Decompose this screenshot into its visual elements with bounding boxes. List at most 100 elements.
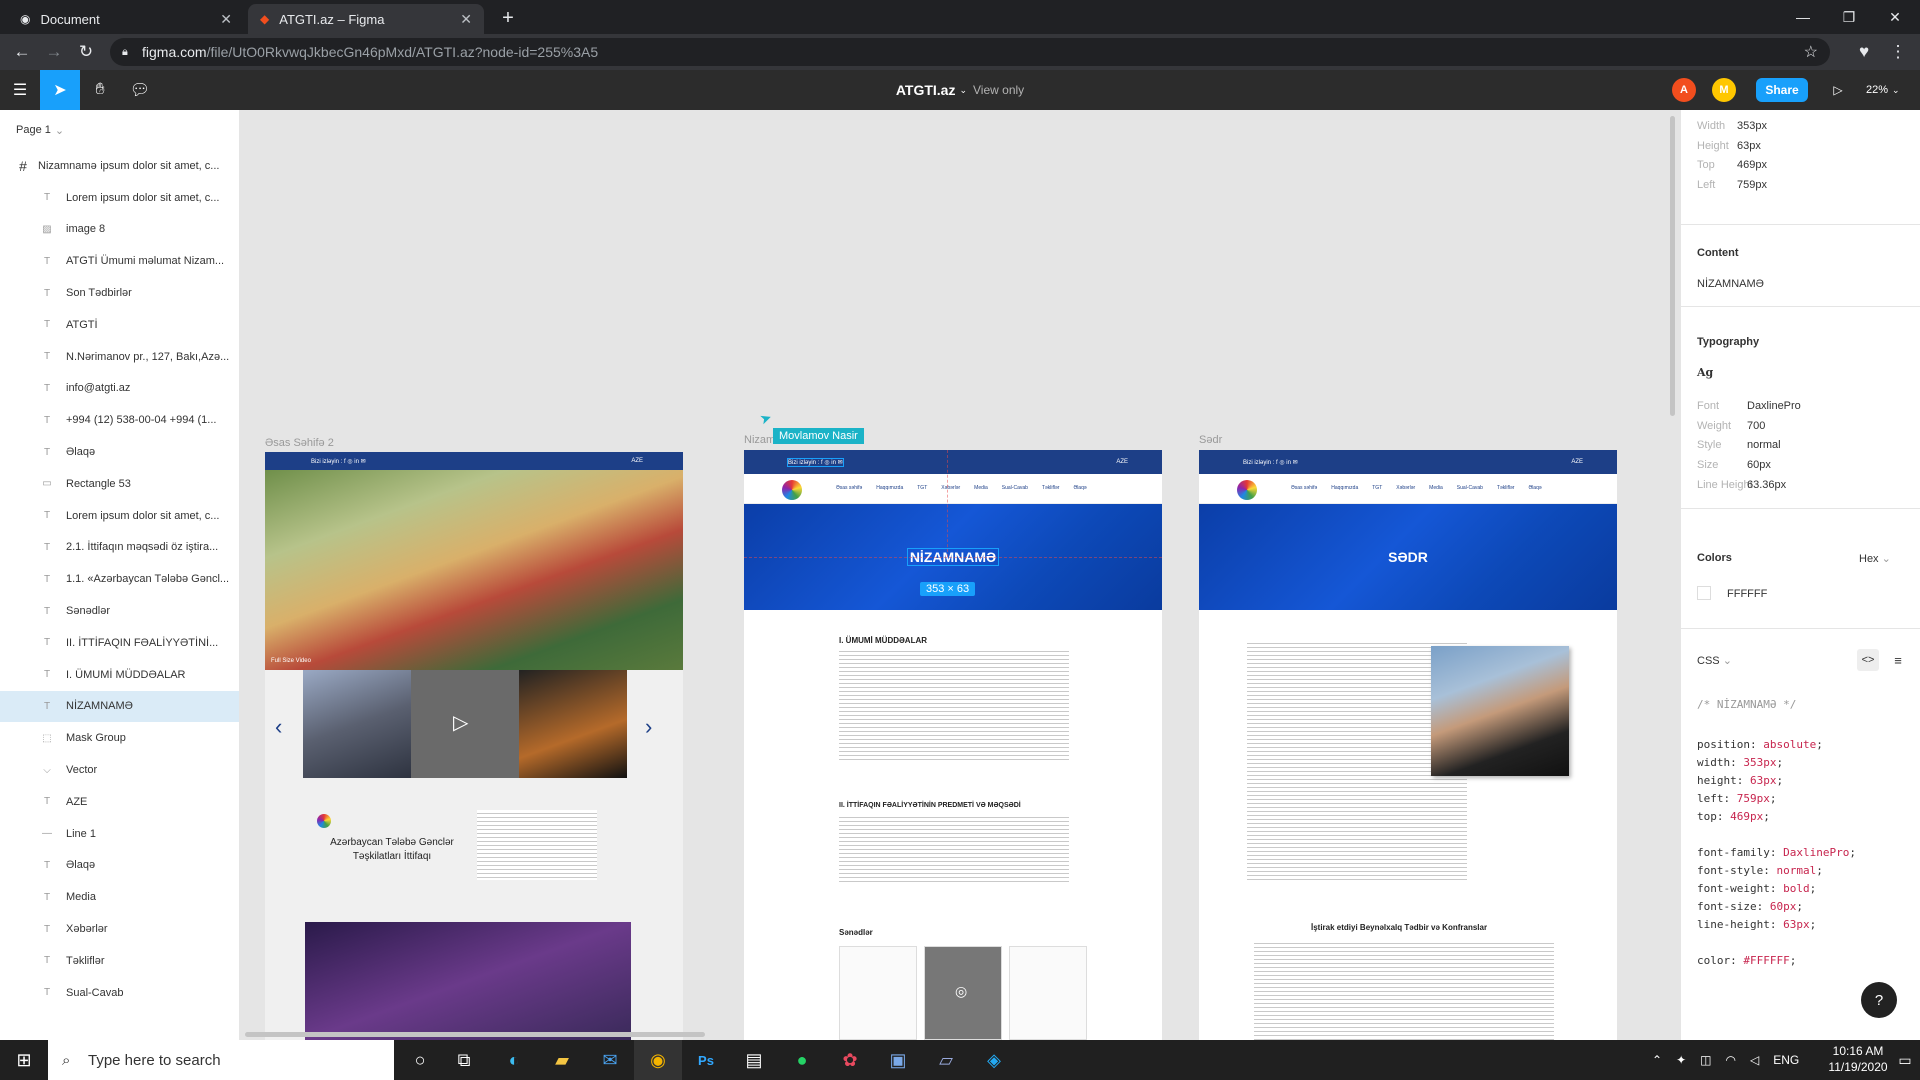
app-icon[interactable]: ✿ [826, 1040, 874, 1080]
layer-item[interactable]: T Təkliflər [0, 945, 239, 977]
clock[interactable]: 10:16 AM 11/19/2020 [1828, 1043, 1888, 1075]
list-view-icon[interactable]: ≡ [1887, 649, 1909, 671]
frame-label[interactable]: Əsas Səhifə 2 [265, 437, 334, 449]
layer-item[interactable]: T 2.1. İttifaqın məqsədi öz iştira... [0, 532, 239, 564]
tab-figma[interactable]: ◆ ATGTI.az – Figma ✕ [248, 4, 484, 34]
hand-tool-icon[interactable]: ✋︎ [80, 70, 120, 110]
frame-label[interactable]: Nizam [744, 434, 775, 446]
profile-icon[interactable]: ♥ [1852, 40, 1876, 64]
restore-button[interactable]: ❐ [1826, 0, 1872, 34]
doc-thumb[interactable]: ◎ [924, 946, 1002, 1040]
canvas-scrollbar[interactable] [245, 1032, 705, 1037]
chrome-icon[interactable]: ◉ [634, 1040, 682, 1080]
file-explorer-icon[interactable]: ▰ [538, 1040, 586, 1080]
color-format-dropdown[interactable]: Hex ⌄ [1859, 552, 1891, 565]
geometry-value[interactable]: 63px [1737, 140, 1761, 152]
layer-item[interactable]: T N.Nərimanov pr., 127, Bakı,Azə... [0, 341, 239, 373]
avatar[interactable]: A [1672, 78, 1696, 102]
layer-item[interactable]: T Sual-Cavab [0, 977, 239, 1009]
app-icon[interactable]: ▤ [730, 1040, 778, 1080]
network-icon[interactable]: ◫ [1700, 1053, 1711, 1067]
typography-value[interactable]: 63.36px [1747, 479, 1786, 491]
layer-item[interactable]: T ATGTİ Ümumi məlumat Nizam... [0, 245, 239, 277]
layer-item[interactable]: ⬚ Mask Group [0, 722, 239, 754]
zoom-dropdown[interactable]: 22% ⌄ [1866, 70, 1900, 110]
layer-item[interactable]: ▨ image 8 [0, 214, 239, 246]
notifications-icon[interactable]: ▭ [1890, 1040, 1920, 1080]
frame-esas-sehife[interactable]: Bizi izləyin : f ◎ in ✉ AZE Full Size Vi… [265, 452, 683, 1040]
avatar[interactable]: M [1712, 78, 1736, 102]
color-value[interactable]: FFFFFF [1727, 588, 1767, 600]
photoshop-icon[interactable]: Ps [682, 1040, 730, 1080]
frame-sedr[interactable]: Bizi izləyin : f ◎ in ✉ AZE Əsas səhifə H… [1199, 450, 1617, 1040]
thumb-3[interactable] [519, 670, 627, 778]
app-icon[interactable]: ▱ [922, 1040, 970, 1080]
thumb-1[interactable] [303, 670, 411, 778]
file-name[interactable]: ATGTI.az [896, 82, 956, 98]
typography-value[interactable]: 60px [1747, 459, 1771, 471]
typography-value[interactable]: 700 [1747, 420, 1765, 432]
close-tab-icon[interactable]: ✕ [460, 11, 472, 28]
url-field[interactable]: 🔒︎ figma.com/file/UtO0RkvwqJkbecGn46pMxd… [110, 38, 1830, 66]
tab-document[interactable]: ◉ Document ✕ [8, 4, 244, 34]
close-tab-icon[interactable]: ✕ [220, 11, 232, 28]
layer-item[interactable]: T 1.1. «Azərbaycan Tələbə Gəncl... [0, 563, 239, 595]
play-icon[interactable]: ▷ [453, 710, 468, 735]
layer-item[interactable]: T NİZAMNAMƏ [0, 690, 239, 723]
cortana-icon[interactable]: ○ [396, 1040, 444, 1080]
windows-start-icon[interactable]: ⊞ [0, 1040, 48, 1080]
layer-item[interactable]: T Xəbərlər [0, 913, 239, 945]
share-button[interactable]: Share [1756, 78, 1808, 102]
play-icon[interactable]: ◎ [955, 983, 967, 1000]
forward-button[interactable]: → [42, 40, 66, 64]
hamburger-menu-icon[interactable]: ☰ [0, 70, 40, 110]
layer-item[interactable]: ⌵ Vector [0, 754, 239, 786]
doc-thumb[interactable] [1009, 946, 1087, 1040]
typography-value[interactable]: DaxlinePro [1747, 400, 1801, 412]
minimize-button[interactable]: — [1780, 0, 1826, 34]
chevron-down-icon[interactable]: ⌄ [959, 85, 967, 96]
layer-item[interactable]: T +994 (12) 538-00-04 +994 (1... [0, 404, 239, 436]
layer-item[interactable]: ▭ Rectangle 53 [0, 468, 239, 500]
canvas[interactable]: Əsas Səhifə 2 Nizam Sədr ➤ Movlamov Nasi… [240, 110, 1680, 1040]
new-tab-button[interactable]: + [496, 6, 520, 30]
frame-nizamname[interactable]: Bizi izləyin : f ◎ in ✉ AZE Əsas səhifə H… [744, 450, 1162, 1040]
edge-icon[interactable]: ◐ [490, 1040, 538, 1080]
layer-item[interactable]: T Media [0, 881, 239, 913]
app-icon[interactable]: ▣ [874, 1040, 922, 1080]
taskbar-search[interactable]: ⌕ Type here to search [48, 1040, 394, 1080]
language-indicator[interactable]: ENG [1773, 1053, 1799, 1067]
volume-icon[interactable]: ◁ [1750, 1053, 1759, 1067]
layer-item[interactable]: T Əlaqə [0, 436, 239, 468]
layer-item[interactable]: T II. İTTİFAQIN FƏALİYYƏTİNİ... [0, 627, 239, 659]
task-view-icon[interactable]: ⧉ [440, 1040, 488, 1080]
layer-item[interactable]: T ATGTİ [0, 309, 239, 341]
chevron-up-icon[interactable]: ⌃ [1652, 1053, 1662, 1067]
frame-label[interactable]: Sədr [1199, 434, 1222, 446]
close-window-button[interactable]: ✕ [1872, 0, 1918, 34]
whatsapp-icon[interactable]: ● [778, 1040, 826, 1080]
layer-item[interactable]: T Lorem ipsum dolor sit amet, c... [0, 500, 239, 532]
dropbox-icon[interactable]: ✦ [1676, 1053, 1686, 1067]
star-icon[interactable]: ☆ [1804, 42, 1818, 62]
page-selector[interactable]: Page 1 ⌄ [0, 110, 239, 150]
geometry-value[interactable]: 759px [1737, 179, 1767, 191]
layer-item[interactable]: T Əlaqə [0, 850, 239, 882]
thumb-2[interactable]: ▷ [411, 670, 519, 778]
code-view-icon[interactable]: <> [1857, 649, 1879, 671]
help-button[interactable]: ? [1861, 982, 1897, 1018]
layer-item[interactable]: T I. ÜMUMİ MÜDDƏALAR [0, 659, 239, 691]
layer-frame-nizamname[interactable]: # Nizamnamə [0, 150, 97, 182]
layer-item[interactable]: T AZE [0, 786, 239, 818]
reload-button[interactable]: ↻ [74, 40, 98, 64]
doc-thumb[interactable] [839, 946, 917, 1040]
layer-item[interactable]: T Lorem ipsum dolor sit amet, c... [0, 182, 239, 214]
layer-item[interactable]: T Sənədlər [0, 595, 239, 627]
color-swatch[interactable] [1697, 586, 1711, 600]
present-play-icon[interactable]: ▷ [1818, 70, 1858, 110]
css-dropdown[interactable]: CSS ⌄ [1697, 654, 1732, 667]
carousel-prev-icon[interactable]: ‹ [275, 714, 282, 740]
mail-icon[interactable]: ✉ [586, 1040, 634, 1080]
vscode-icon[interactable]: ◈ [970, 1040, 1018, 1080]
layer-item[interactable]: Tinfo@atgti.az [0, 373, 239, 405]
